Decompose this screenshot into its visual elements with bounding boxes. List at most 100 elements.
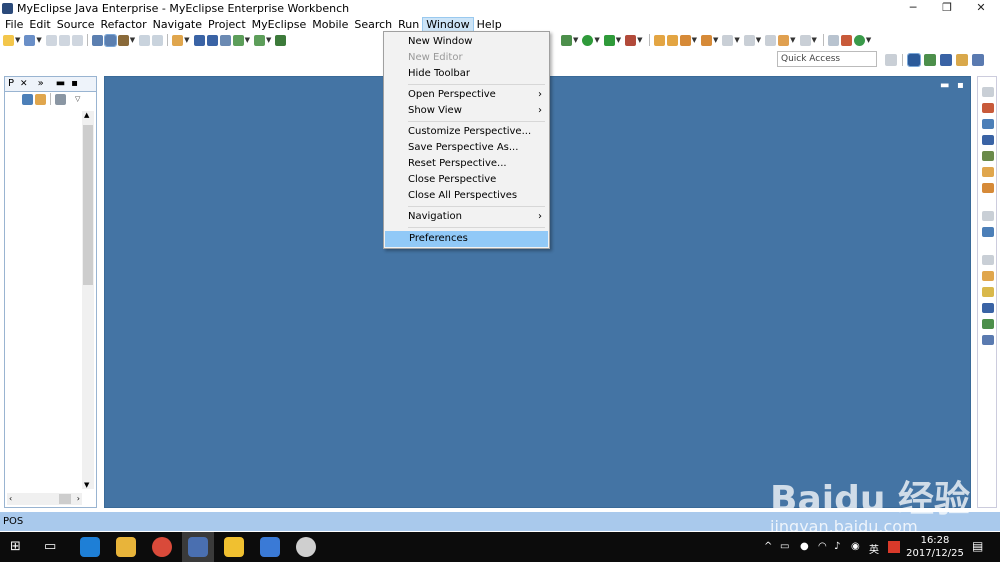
brush-icon[interactable]: [679, 34, 691, 46]
package-icon[interactable]: [172, 34, 184, 46]
menu-search[interactable]: Search: [351, 17, 395, 32]
menu-item-open-perspective[interactable]: Open Perspective ›: [384, 87, 549, 103]
new-icon[interactable]: [3, 34, 14, 46]
debug-perspective-icon[interactable]: [924, 53, 936, 66]
vertical-scroll-thumb[interactable]: [83, 125, 93, 285]
run-last-icon[interactable]: [603, 34, 615, 46]
next-annotation-icon[interactable]: [722, 34, 734, 46]
menu-help[interactable]: Help: [474, 17, 505, 32]
menu-refactor[interactable]: Refactor: [98, 17, 150, 32]
servers-view-icon[interactable]: [982, 151, 994, 161]
server-icon[interactable]: [232, 34, 244, 46]
menu-project[interactable]: Project: [205, 17, 249, 32]
next-annotation-dropdown-icon[interactable]: ▼: [734, 36, 739, 44]
tray-wifi-icon[interactable]: ◠: [818, 541, 827, 552]
cube-icon[interactable]: [193, 34, 205, 46]
external-tools-dropdown-icon[interactable]: ▼: [637, 36, 642, 44]
refresh-dropdown-icon[interactable]: ▼: [866, 36, 871, 44]
windows-start-icon[interactable]: ⊞: [10, 540, 24, 554]
open-file-icon[interactable]: [666, 34, 678, 46]
restore-button[interactable]: ❐: [932, 0, 962, 16]
javadoc-view-icon[interactable]: [982, 271, 994, 281]
horizontal-scrollbar[interactable]: ‹ ›: [7, 493, 82, 505]
menu-item-close-perspective[interactable]: Close Perspective: [384, 172, 549, 188]
menu-item-new-editor[interactable]: New Editor: [384, 50, 549, 66]
collapse-all-icon[interactable]: [22, 93, 33, 105]
refresh-icon[interactable]: [853, 34, 865, 46]
restore-stack-2-icon[interactable]: [982, 211, 994, 221]
app-photo-icon[interactable]: [296, 537, 316, 557]
menu-run[interactable]: Run: [395, 17, 422, 32]
pin-editor-icon[interactable]: [827, 34, 839, 46]
new-dropdown-icon[interactable]: ▼: [15, 36, 20, 44]
menu-edit[interactable]: Edit: [26, 17, 53, 32]
view-tab-close-icon[interactable]: ✕: [17, 77, 31, 91]
redo-icon[interactable]: [152, 34, 164, 46]
vertical-scrollbar[interactable]: ▲ ▼: [82, 111, 94, 489]
pen-tool-icon[interactable]: [117, 34, 129, 46]
tray-ime-label[interactable]: 英: [869, 541, 879, 556]
more-views-icon[interactable]: »: [35, 77, 47, 91]
hidden-tool-icon[interactable]: [275, 34, 287, 46]
open-folder-icon[interactable]: [653, 34, 665, 46]
scroll-left-icon[interactable]: ‹: [9, 493, 12, 505]
view-tab-package[interactable]: P: [5, 77, 17, 91]
menu-myeclipse[interactable]: MyEclipse: [249, 17, 310, 32]
menu-item-hide-toolbar[interactable]: Hide Toolbar: [384, 66, 549, 82]
report-perspective-icon[interactable]: [940, 53, 952, 66]
tray-sogou-icon[interactable]: [888, 541, 900, 553]
save-all-icon[interactable]: [58, 34, 70, 46]
maximize-view-icon[interactable]: ▪: [68, 77, 81, 91]
back-dropdown-icon[interactable]: ▼: [790, 36, 795, 44]
task-view-icon[interactable]: ▭: [44, 539, 56, 554]
undo-icon[interactable]: [139, 34, 151, 46]
horizontal-scroll-thumb[interactable]: [59, 494, 71, 504]
editor-minimize-icon[interactable]: ▬: [940, 80, 949, 91]
mobile-icon[interactable]: [840, 34, 852, 46]
quick-access-input[interactable]: Quick Access: [777, 51, 877, 67]
forward-dropdown-icon[interactable]: ▼: [812, 36, 817, 44]
menu-item-customize-perspective[interactable]: Customize Perspective...: [384, 124, 549, 140]
notifications-icon[interactable]: ▤: [972, 539, 983, 553]
external-tools-icon[interactable]: [625, 34, 637, 46]
close-button[interactable]: ✕: [966, 0, 996, 16]
breakpoints-view-icon[interactable]: [982, 319, 994, 329]
annotation-icon[interactable]: [700, 34, 712, 46]
image-preview-icon[interactable]: [982, 183, 994, 193]
app-folder-icon[interactable]: [260, 537, 280, 557]
menu-item-navigation[interactable]: Navigation ›: [384, 209, 549, 225]
java-ee-perspective-icon[interactable]: [907, 52, 921, 67]
database-perspective-icon[interactable]: [956, 53, 968, 66]
prev-annotation-icon[interactable]: [743, 34, 755, 46]
editor-maximize-icon[interactable]: ▪: [957, 80, 964, 91]
back-icon[interactable]: [778, 34, 790, 46]
restore-stack-icon[interactable]: [982, 87, 994, 97]
package-dropdown-icon[interactable]: ▼: [184, 36, 189, 44]
variables-view-icon[interactable]: [982, 303, 994, 313]
new-project-icon[interactable]: [24, 34, 36, 46]
menu-item-close-all-perspectives[interactable]: Close All Perspectives: [384, 188, 549, 204]
declaration-view-icon[interactable]: [982, 287, 994, 297]
print-icon[interactable]: [71, 34, 83, 46]
chrome-icon[interactable]: [152, 537, 172, 557]
scroll-down-icon[interactable]: ▼: [84, 481, 89, 489]
server-dropdown-icon[interactable]: ▼: [245, 36, 250, 44]
minimize-view-icon[interactable]: ▬: [53, 77, 68, 91]
system-clock[interactable]: 16:28 2017/12/25: [905, 534, 965, 560]
pen-dropdown-icon[interactable]: ▼: [130, 36, 135, 44]
deploy-dropdown-icon[interactable]: ▼: [266, 36, 271, 44]
menu-item-reset-perspective[interactable]: Reset Perspective...: [384, 156, 549, 172]
database-icon[interactable]: [219, 34, 231, 46]
run-last-dropdown-icon[interactable]: ▼: [616, 36, 621, 44]
app-duck-icon[interactable]: [224, 537, 244, 557]
save-icon[interactable]: [45, 34, 57, 46]
menu-item-preferences[interactable]: Preferences: [385, 231, 548, 247]
tray-wechat-icon[interactable]: ◉: [851, 541, 860, 552]
tasks-view-icon[interactable]: [982, 119, 994, 129]
tray-volume-icon[interactable]: ♪: [834, 541, 840, 552]
hierarchy-view-icon[interactable]: [982, 227, 994, 237]
annotation-dropdown-icon[interactable]: ▼: [713, 36, 718, 44]
last-edit-icon[interactable]: [765, 34, 777, 46]
internet-explorer-icon[interactable]: [80, 537, 100, 557]
menu-item-save-perspective[interactable]: Save Perspective As...: [384, 140, 549, 156]
